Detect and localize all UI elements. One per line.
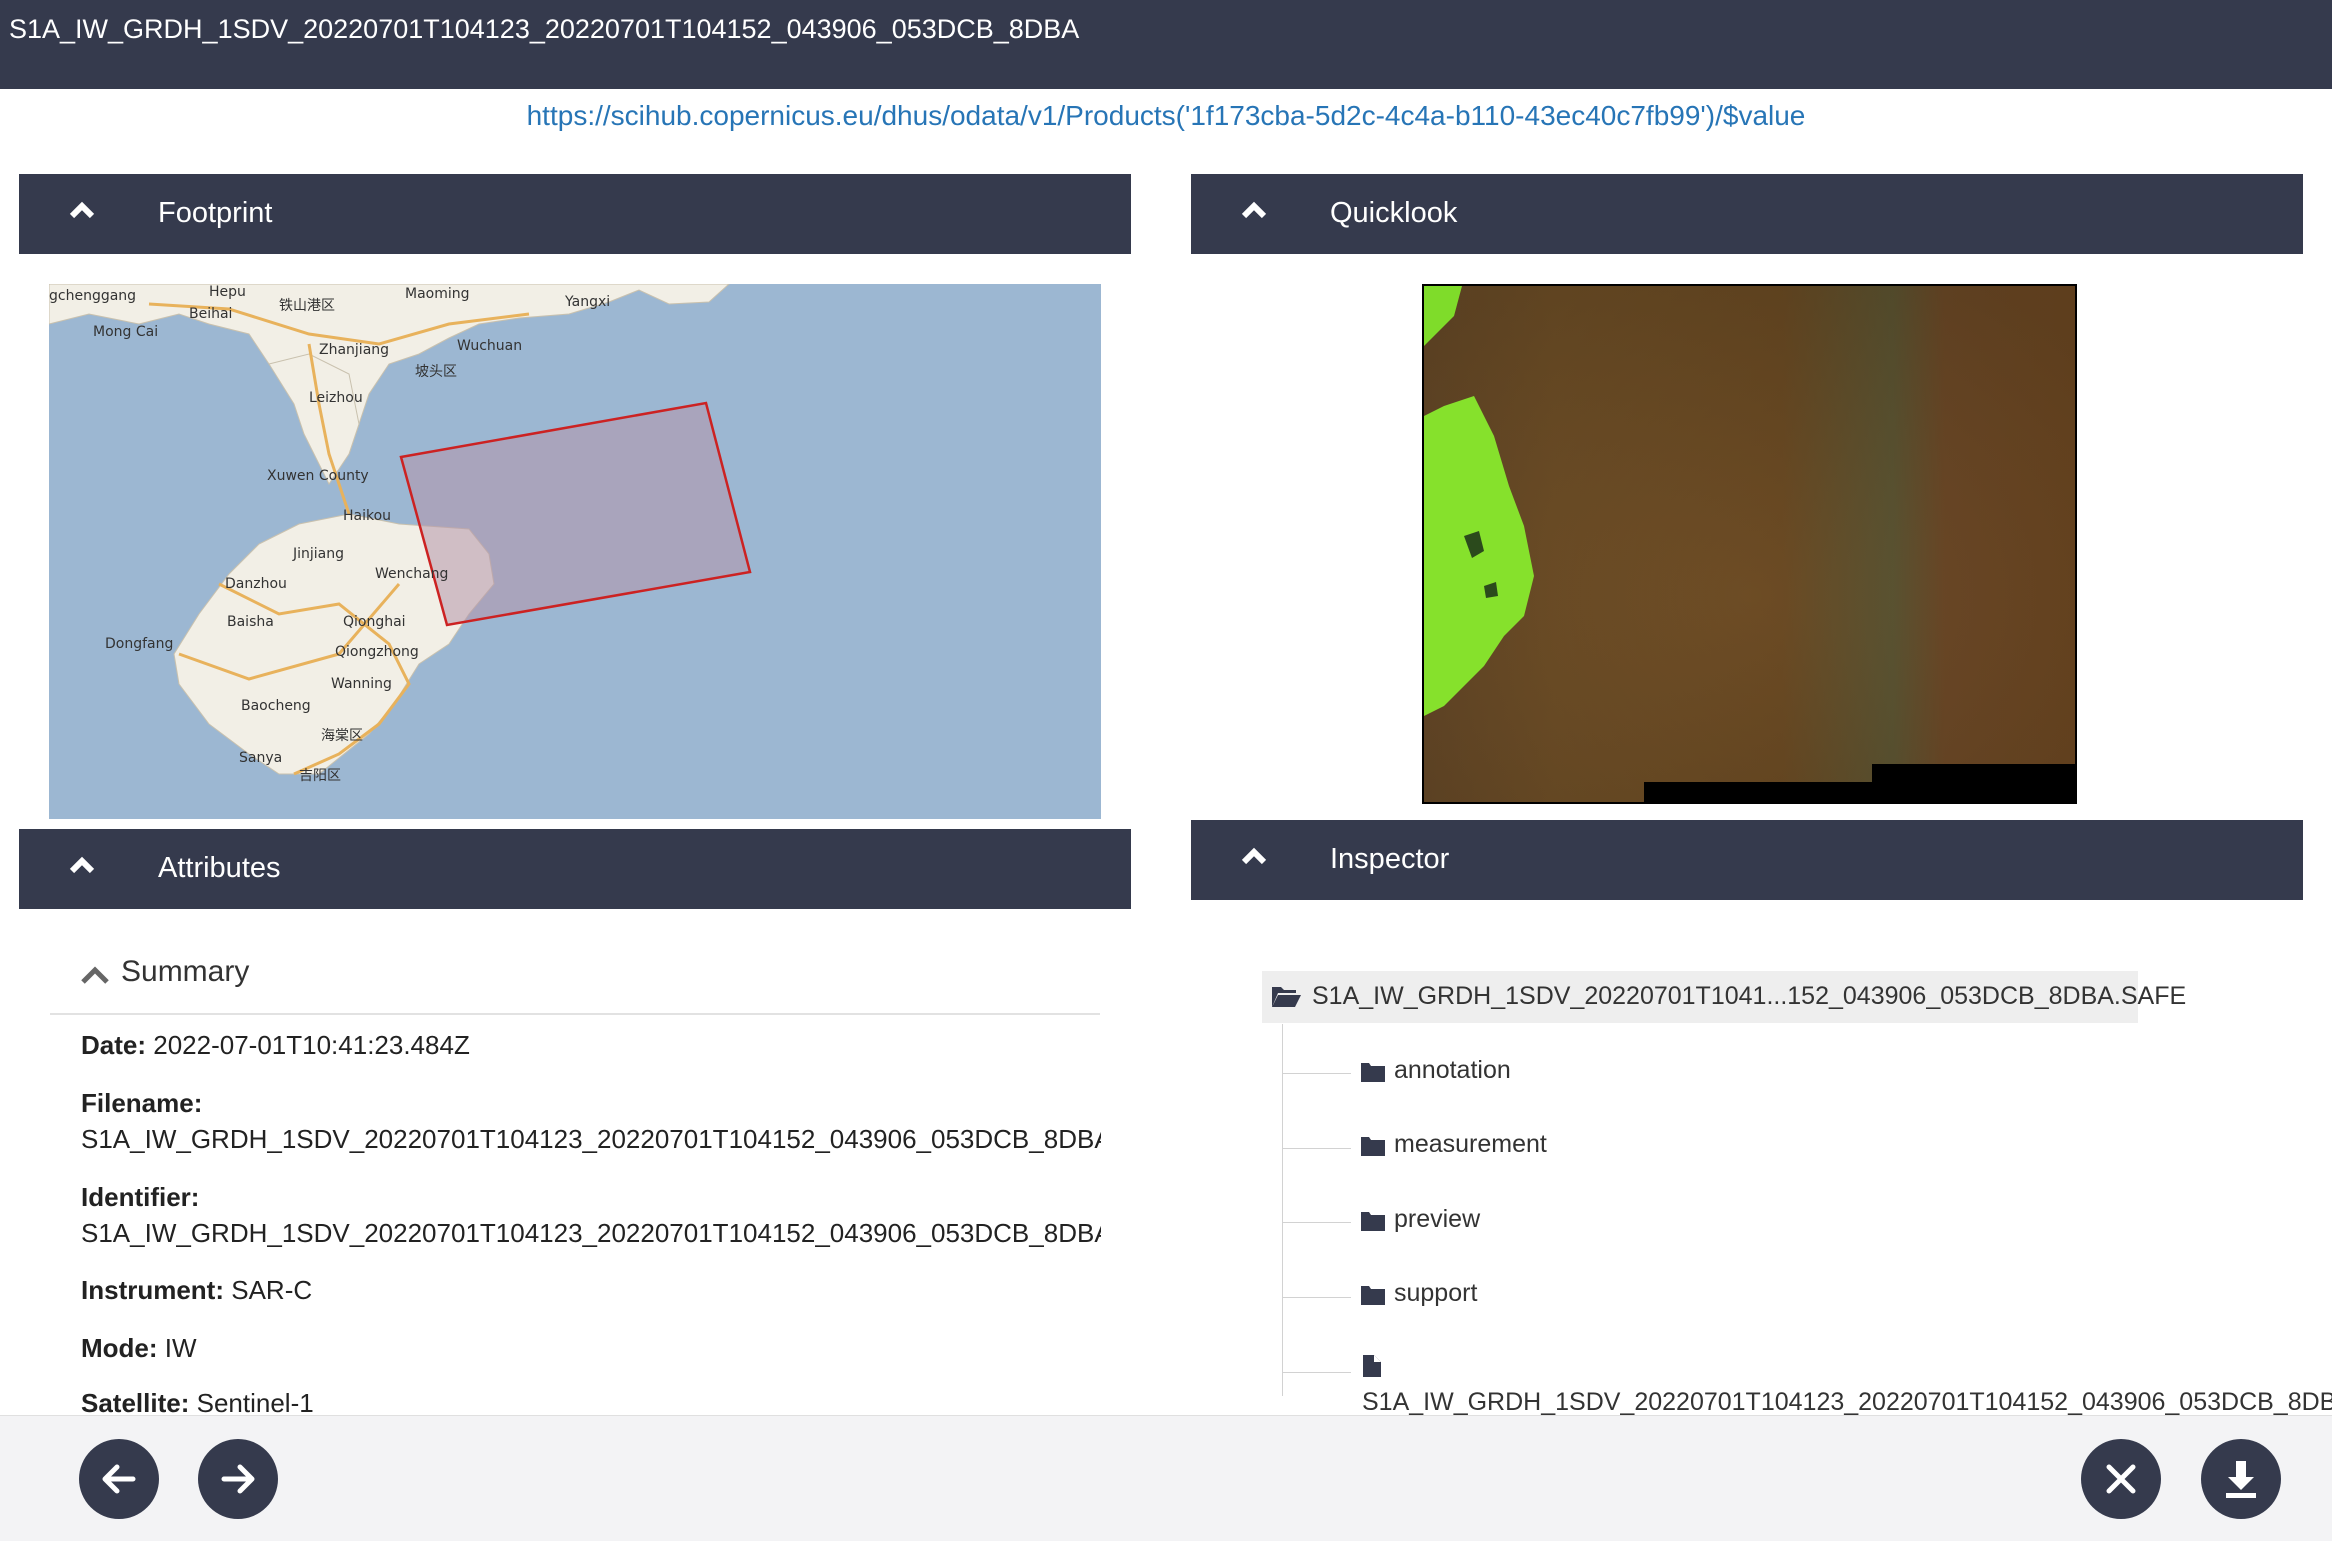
arrow-right-icon	[221, 1464, 255, 1494]
product-title: S1A_IW_GRDH_1SDV_20220701T104123_2022070…	[9, 14, 1080, 44]
chevron-up-icon	[1241, 201, 1267, 219]
instrument-label: Instrument:	[81, 1275, 224, 1305]
map-label: Danzhou	[225, 576, 287, 592]
title-bar: S1A_IW_GRDH_1SDV_20220701T104123_2022070…	[0, 0, 2332, 89]
chevron-up-icon	[1241, 847, 1267, 865]
chevron-up-icon	[69, 201, 95, 219]
instrument-attribute: Instrument: SAR-C	[81, 1275, 312, 1306]
map-label: Zhanjiang	[319, 342, 389, 358]
identifier-label: Identifier:	[81, 1182, 200, 1212]
folder-icon	[1361, 1286, 1385, 1305]
satellite-value: Sentinel-1	[196, 1388, 314, 1418]
folder-icon	[1361, 1063, 1385, 1082]
map-label: Mong Cai	[93, 324, 158, 340]
map-label: Wuchuan	[457, 338, 522, 354]
tree-connector	[1283, 1372, 1351, 1373]
quicklook-canvas	[1424, 286, 2075, 802]
tree-connector	[1283, 1222, 1351, 1223]
map-label: Yangxi	[564, 294, 610, 310]
tree-guide-line	[1282, 1024, 1283, 1396]
map-label: Wanning	[331, 676, 392, 692]
map-label: Beihai	[189, 306, 232, 322]
quicklook-image	[1422, 284, 2077, 804]
tree-node-manifest[interactable]: S1A_IW_GRDH_1SDV_20220701T104123_2022070…	[1362, 1388, 2332, 1417]
attributes-panel-title: Attributes	[158, 852, 281, 884]
footprint-panel-header[interactable]: Footprint	[19, 174, 1131, 254]
map-label: 坡头区	[415, 364, 457, 380]
chevron-up-icon	[69, 856, 95, 874]
date-label: Date:	[81, 1030, 147, 1060]
tree-root-label[interactable]: S1A_IW_GRDH_1SDV_20220701T1041...152_043…	[1312, 982, 2186, 1011]
forward-button[interactable]	[198, 1439, 278, 1519]
map-label: Qiongzhong	[335, 644, 419, 660]
quicklook-panel-header[interactable]: Quicklook	[1191, 174, 2303, 254]
tree-node-measurement[interactable]: measurement	[1394, 1130, 1547, 1159]
map-label: Wenchang	[375, 566, 448, 582]
map-label: Leizhou	[309, 390, 363, 406]
map-label: gchenggang	[49, 288, 136, 304]
tree-node-support[interactable]: support	[1394, 1279, 1477, 1308]
tree-connector	[1283, 1148, 1351, 1149]
map-label: Haikou	[343, 508, 391, 524]
instrument-value: SAR-C	[231, 1275, 313, 1305]
summary-divider	[50, 1013, 1100, 1015]
tree-connector	[1283, 1073, 1351, 1074]
quicklook-panel-title: Quicklook	[1330, 197, 1458, 229]
tree-node-preview[interactable]: preview	[1394, 1205, 1480, 1234]
arrow-left-icon	[102, 1464, 136, 1494]
map-label: Hepu	[209, 284, 246, 300]
bottom-toolbar	[0, 1415, 2332, 1541]
footprint-map[interactable]: gchenggang Mong Cai Hepu Beihai 铁山港区 Mao…	[49, 284, 1101, 819]
map-canvas[interactable]: gchenggang Mong Cai Hepu Beihai 铁山港区 Mao…	[49, 284, 1101, 819]
map-label: 海棠区	[321, 728, 363, 744]
file-icon	[1363, 1355, 1381, 1377]
map-label: 铁山港区	[279, 298, 335, 314]
tree-connector	[1283, 1297, 1351, 1298]
close-icon	[2106, 1464, 2136, 1494]
attributes-panel-header[interactable]: Attributes	[19, 829, 1131, 909]
map-label: Jinjiang	[292, 546, 344, 562]
map-label: Qionghai	[343, 614, 406, 630]
map-label: Baocheng	[241, 698, 311, 714]
date-attribute: Date: 2022-07-01T10:41:23.484Z	[81, 1030, 470, 1061]
download-icon	[2226, 1461, 2256, 1498]
satellite-label: Satellite:	[81, 1388, 190, 1418]
map-label: 吉阳区	[299, 768, 341, 784]
close-button[interactable]	[2081, 1439, 2161, 1519]
mode-attribute: Mode: IW	[81, 1333, 197, 1364]
folder-icon	[1361, 1137, 1385, 1156]
mode-label: Mode:	[81, 1333, 158, 1363]
inspector-panel-title: Inspector	[1330, 843, 1450, 875]
footprint-panel-title: Footprint	[158, 197, 273, 229]
download-url-link[interactable]: https://scihub.copernicus.eu/dhus/odata/…	[0, 100, 2332, 132]
map-label: Maoming	[405, 286, 470, 302]
map-label: Baisha	[227, 614, 274, 630]
map-label: Xuwen County	[267, 468, 369, 484]
map-label: Dongfang	[105, 636, 173, 652]
back-button[interactable]	[79, 1439, 159, 1519]
identifier-value: S1A_IW_GRDH_1SDV_20220701T104123_2022070…	[81, 1218, 1101, 1248]
mode-value: IW	[164, 1333, 197, 1363]
filename-label: Filename:	[81, 1088, 203, 1118]
footprint-polygon[interactable]	[399, 401, 752, 627]
chevron-up-icon[interactable]	[80, 965, 110, 985]
map-label: Sanya	[239, 750, 282, 766]
folder-icon	[1361, 1212, 1385, 1231]
download-button[interactable]	[2201, 1439, 2281, 1519]
summary-heading[interactable]: Summary	[121, 955, 249, 989]
date-value: 2022-07-01T10:41:23.484Z	[153, 1030, 470, 1060]
folder-open-icon	[1272, 987, 1301, 1007]
tree-node-annotation[interactable]: annotation	[1394, 1056, 1511, 1085]
inspector-panel-header[interactable]: Inspector	[1191, 820, 2303, 900]
filename-value: S1A_IW_GRDH_1SDV_20220701T104123_2022070…	[81, 1124, 1101, 1154]
